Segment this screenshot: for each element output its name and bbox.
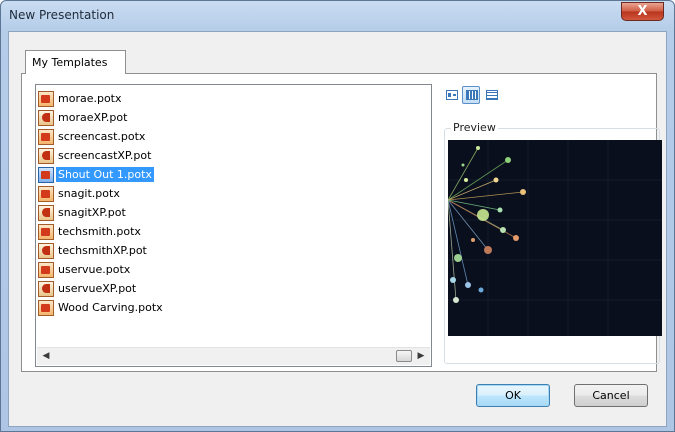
horizontal-scrollbar[interactable]: ◀ ▶ — [37, 347, 430, 365]
list-item-label: uservueXP.pot — [58, 282, 137, 295]
pot-template-icon — [38, 204, 54, 221]
list-item-label: moraeXP.pot — [58, 111, 128, 124]
list-item-label: snagitXP.pot — [58, 206, 126, 219]
preview-group: Preview — [444, 121, 662, 364]
pptx-template-icon — [38, 299, 54, 316]
ok-button[interactable]: OK — [476, 384, 550, 407]
list-item[interactable]: snagit.potx — [38, 184, 165, 203]
templates-tab-panel: morae.potx moraeXP.pot screencast.potx scre… — [21, 73, 662, 372]
view-mode-buttons — [442, 86, 500, 104]
details-view-icon — [486, 90, 498, 100]
list-item-label: screencast.potx — [58, 130, 146, 143]
large-icons-view-button[interactable] — [442, 86, 460, 104]
list-item[interactable]: screencastXP.pot — [38, 146, 165, 165]
preview-label: Preview — [451, 121, 498, 134]
template-preview-graphic — [448, 140, 662, 336]
tab-label: My Templates — [32, 56, 108, 69]
pptx-template-icon — [38, 166, 54, 183]
window-title: New Presentation — [9, 8, 115, 22]
details-view-button[interactable] — [482, 86, 500, 104]
list-item-label: Shout Out 1.potx — [56, 167, 154, 182]
list-item-label: techsmithXP.pot — [58, 244, 147, 257]
list-item[interactable]: techsmithXP.pot — [38, 241, 165, 260]
list-item-label: uservue.potx — [58, 263, 131, 276]
list-item-label: snagit.potx — [58, 187, 120, 200]
pptx-template-icon — [38, 223, 54, 240]
preview-image — [448, 140, 662, 336]
list-item[interactable]: snagitXP.pot — [38, 203, 165, 222]
list-item[interactable]: moraeXP.pot — [38, 108, 165, 127]
pptx-template-icon — [38, 261, 54, 278]
close-icon: X — [637, 4, 648, 19]
pptx-template-icon — [38, 185, 54, 202]
pptx-template-icon — [38, 90, 54, 107]
template-list[interactable]: morae.potx moraeXP.pot screencast.potx scre… — [35, 84, 432, 367]
scroll-right-arrow-icon[interactable]: ▶ — [415, 350, 427, 362]
scroll-left-arrow-icon[interactable]: ◀ — [40, 350, 52, 362]
list-item-label: Wood Carving.potx — [58, 301, 163, 314]
pot-template-icon — [38, 280, 54, 297]
pot-template-icon — [38, 109, 54, 126]
list-item[interactable]: Shout Out 1.potx — [38, 165, 165, 184]
pot-template-icon — [38, 147, 54, 164]
list-item[interactable]: uservue.potx — [38, 260, 165, 279]
list-item-label: morae.potx — [58, 92, 122, 105]
list-item-label: techsmith.potx — [58, 225, 141, 238]
large-icons-view-icon — [446, 90, 458, 100]
list-item[interactable]: Wood Carving.potx — [38, 298, 165, 317]
close-button[interactable]: X — [621, 2, 664, 21]
list-view-icon — [466, 90, 478, 100]
template-list-items: morae.potx moraeXP.pot screencast.potx scre… — [38, 89, 165, 317]
tab-my-templates[interactable]: My Templates — [25, 50, 126, 74]
title-bar[interactable]: New Presentation X — [1, 1, 674, 31]
list-item[interactable]: techsmith.potx — [38, 222, 165, 241]
list-item-label: screencastXP.pot — [58, 149, 152, 162]
cancel-button[interactable]: Cancel — [574, 384, 648, 407]
list-item[interactable]: uservueXP.pot — [38, 279, 165, 298]
pptx-template-icon — [38, 128, 54, 145]
list-item[interactable]: morae.potx — [38, 89, 165, 108]
list-item[interactable]: screencast.potx — [38, 127, 165, 146]
dialog-client-area: My Templates morae.potx moraeXP.pot screen… — [8, 31, 667, 427]
pot-template-icon — [38, 242, 54, 259]
new-presentation-dialog: New Presentation X My Templates morae.po… — [0, 0, 675, 432]
list-view-button[interactable] — [462, 86, 480, 104]
scroll-thumb[interactable] — [396, 350, 412, 362]
